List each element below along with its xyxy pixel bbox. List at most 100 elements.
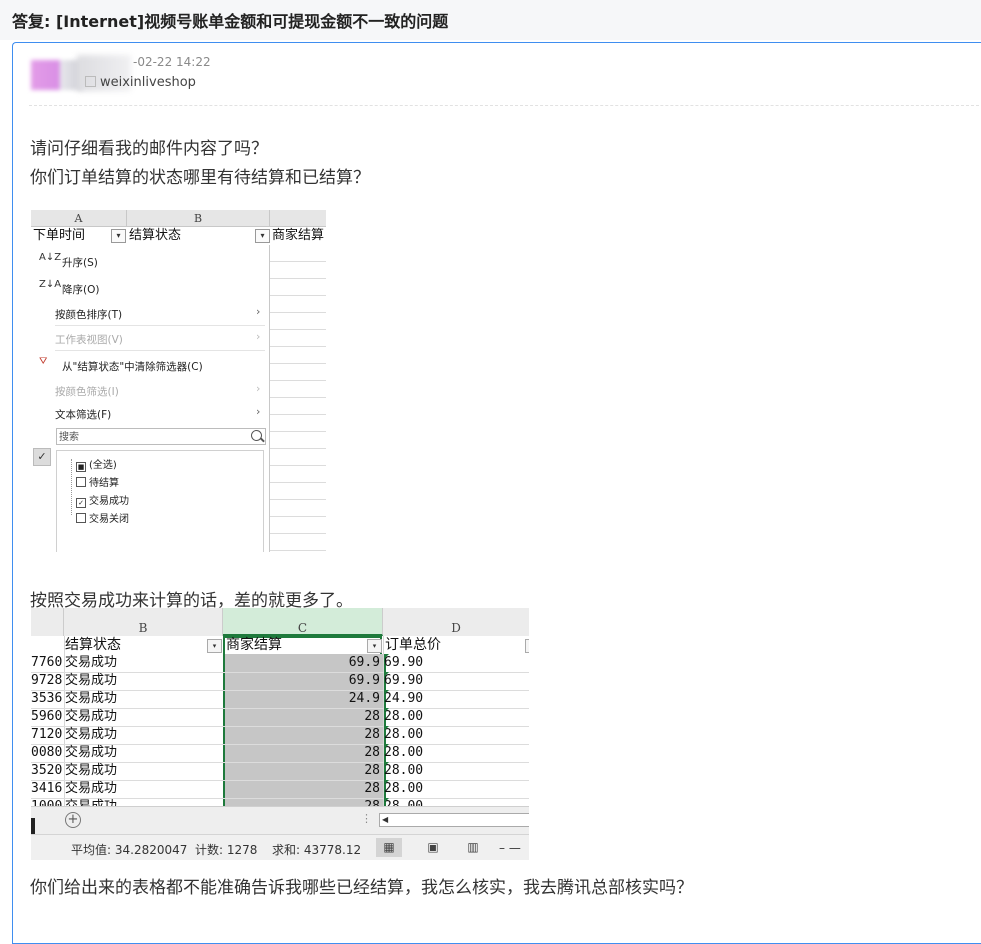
cell-d[interactable]: 28.00 [384, 726, 423, 744]
menu-divider [55, 350, 265, 351]
checkbox-icon [76, 477, 86, 487]
checked-checkbox-icon: ✓ [76, 498, 86, 508]
sender-avatar [31, 60, 83, 90]
dropdown-icon[interactable]: ▾ [111, 229, 126, 243]
page-break-icon[interactable]: ▥ [460, 838, 486, 857]
header-settle-status: 结算状态 [129, 228, 182, 243]
cell-c[interactable]: 24.9 [225, 690, 380, 708]
status-average: 平均值: 34.2820047 [71, 843, 188, 857]
zoom-slider[interactable]: – — [499, 841, 521, 855]
add-sheet-icon[interactable]: + [65, 812, 81, 828]
table-row[interactable]: 3536/交易成功 24.924.90 [31, 690, 529, 709]
menu-divider [55, 325, 265, 326]
cell-d[interactable]: 28.00 [384, 780, 423, 798]
sheet-tab-bar: + ⋮ ◀ [31, 806, 529, 835]
cell-b[interactable]: 交易成功 [65, 672, 117, 690]
cell-c[interactable]: 28 [225, 708, 380, 726]
table-row[interactable]: 9728/交易成功 69.969.90 [31, 672, 529, 691]
menu-sheet-view[interactable]: 工作表视图(V) [55, 332, 123, 347]
table-row[interactable]: 5960/交易成功 2828.00 [31, 708, 529, 727]
cell-c[interactable]: 28 [225, 726, 380, 744]
partial-checkbox-icon: ■ [76, 462, 86, 472]
cell-d[interactable]: 28.00 [384, 762, 423, 780]
cell-b[interactable]: 交易成功 [65, 780, 117, 798]
header-merchant-settle: 商家结算 [272, 228, 325, 243]
submenu-arrow-icon: › [256, 330, 261, 343]
error-indicator-icon [384, 726, 389, 731]
menu-sort-asc[interactable]: 升序(S) [62, 255, 98, 270]
table-row[interactable]: 3520/交易成功 2828.00 [31, 762, 529, 781]
cell-a[interactable]: 7120/ [31, 726, 63, 744]
normal-view-icon[interactable]: ▦ [376, 838, 402, 857]
menu-clear-filter[interactable]: 从"结算状态"中清除筛选器(C) [62, 359, 203, 374]
filter-item-success[interactable]: ✓ 交易成功 [76, 492, 129, 508]
filter-search-input[interactable]: 搜索 [56, 428, 266, 445]
recipient-name: weixinliveshop [100, 75, 196, 90]
splitter-icon[interactable]: ⋮ [361, 812, 372, 825]
cell-a[interactable]: 3536/ [31, 690, 63, 708]
cell-b[interactable]: 交易成功 [65, 708, 117, 726]
cell-a[interactable]: 5960/ [31, 708, 63, 726]
cell-c[interactable]: 28 [225, 744, 380, 762]
checkbox-icon [76, 513, 86, 523]
menu-sort-by-color[interactable]: 按颜色排序(T) [55, 307, 122, 322]
cell-d[interactable]: 69.90 [384, 654, 423, 672]
page-layout-icon[interactable]: ▣ [420, 838, 446, 857]
cell-c[interactable]: 28 [225, 780, 380, 798]
cell-b[interactable]: 交易成功 [65, 654, 117, 672]
cell-b[interactable]: 交易成功 [65, 726, 117, 744]
cell-d[interactable]: 24.90 [384, 690, 423, 708]
error-indicator-icon [384, 708, 389, 713]
cell-c[interactable]: 69.9 [225, 654, 380, 672]
col-letter-b: B [64, 608, 223, 636]
cell-a[interactable]: 3520/ [31, 762, 63, 780]
cell-a[interactable]: 0080/ [31, 744, 63, 762]
body-line-1: 请问仔细看我的邮件内容了吗？ [30, 139, 268, 159]
error-indicator-icon [384, 654, 389, 659]
dropdown-icon[interactable]: ▾ [525, 639, 529, 653]
filter-active-icon[interactable]: ▾ [207, 639, 222, 653]
cell-d[interactable]: 28.00 [384, 744, 423, 762]
clear-filter-icon: ⛛ [39, 356, 48, 367]
email-date: -02-22 14:22 [133, 55, 211, 69]
error-indicator-icon [384, 798, 389, 803]
menu-text-filter[interactable]: 文本筛选(F) [55, 407, 111, 422]
scroll-left-icon[interactable]: ◀ [382, 814, 388, 826]
filter-item-closed[interactable]: 交易关闭 [76, 510, 129, 525]
cell-c[interactable]: 69.9 [225, 672, 380, 690]
grid-rows [270, 245, 326, 552]
col-letter-d: D [383, 608, 529, 636]
cell-d[interactable]: 69.90 [384, 672, 423, 690]
col-letter-a: A [31, 210, 127, 227]
filter-active-icon[interactable]: ▾ [255, 229, 270, 243]
menu-sort-desc[interactable]: 降序(O) [62, 282, 99, 297]
menu-filter-by-color[interactable]: 按颜色筛选(I) [55, 384, 119, 399]
cell-b[interactable]: 交易成功 [65, 762, 117, 780]
check-icon: ✓ [33, 448, 51, 466]
error-indicator-icon [384, 744, 389, 749]
cell-d[interactable]: 28.00 [384, 708, 423, 726]
cell-a[interactable]: 9728/ [31, 672, 63, 690]
sort-asc-icon: A↓Z [39, 252, 62, 263]
filter-values-list: ■ (全选) 待结算 ✓ 交易成功 交易关闭 [56, 450, 264, 552]
cell-c[interactable]: 28 [225, 762, 380, 780]
cell-a[interactable]: 3416/ [31, 780, 63, 798]
spreadsheet-screenshot: B C D 结算状态 ▾ 商家结算 ▾ 订单总价 ▾ 7760/交易成功 69.9… [31, 608, 529, 860]
table-row[interactable]: 0080/交易成功 2828.00 [31, 744, 529, 763]
filter-item-select-all[interactable]: ■ (全选) [76, 456, 117, 472]
cell-a[interactable]: 7760/ [31, 654, 63, 672]
cell-b[interactable]: 交易成功 [65, 690, 117, 708]
body-line-4: 你们给出来的表格都不能准确告诉我哪些已经结算，我怎么核实，我去腾讯总部核实吗？ [30, 878, 693, 898]
email-subject: 答复: [Internet]视频号账单金额和可提现金额不一致的问题 [12, 12, 449, 31]
table-row[interactable]: 7760/交易成功 69.969.90 [31, 654, 529, 673]
recipient-icon [85, 76, 96, 87]
table-row[interactable]: 3416/交易成功 2828.00 [31, 780, 529, 799]
cell-b[interactable]: 交易成功 [65, 744, 117, 762]
dropdown-icon[interactable]: ▾ [367, 639, 382, 653]
table-row[interactable]: 7120/交易成功 2828.00 [31, 726, 529, 745]
recipient-line[interactable]: weixinliveshop [85, 75, 196, 90]
horizontal-scrollbar[interactable]: ◀ [379, 813, 529, 827]
filter-item-pending[interactable]: 待结算 [76, 474, 119, 489]
submenu-arrow-icon: › [256, 405, 261, 418]
title-bar: 答复: [Internet]视频号账单金额和可提现金额不一致的问题 [0, 0, 981, 40]
